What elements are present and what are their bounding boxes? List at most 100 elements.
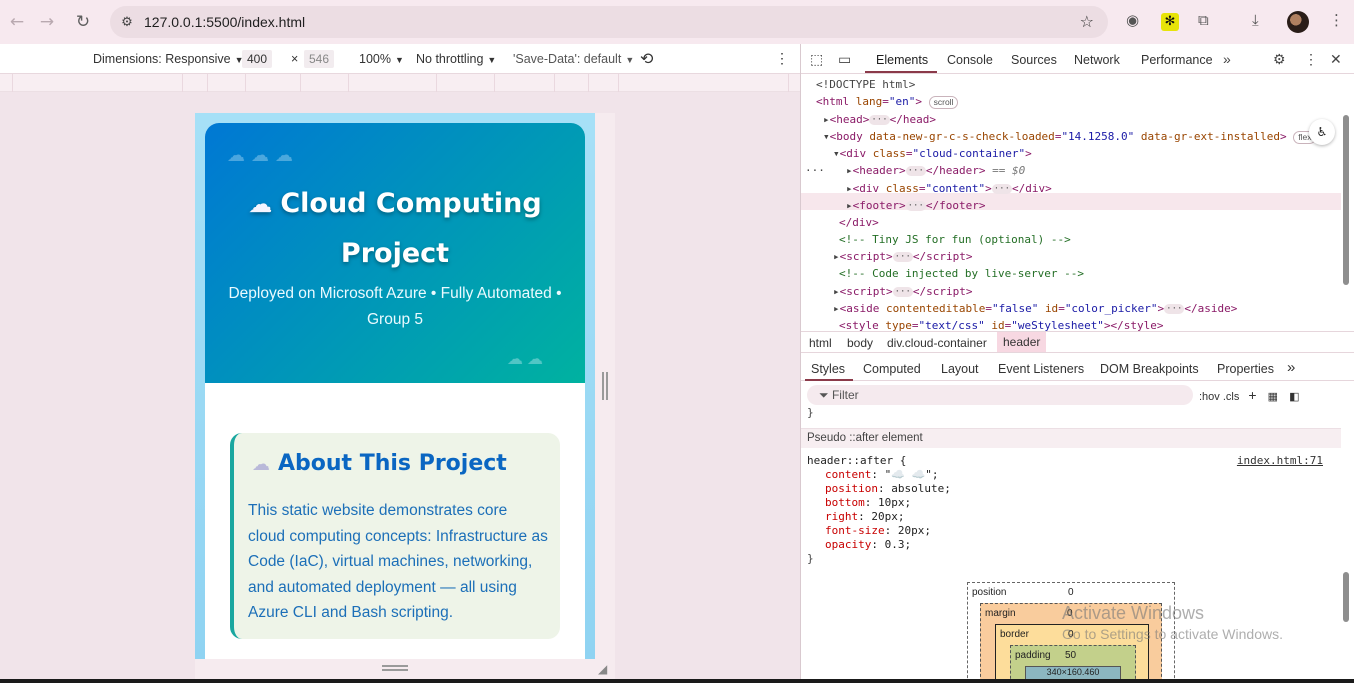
tab-properties[interactable]: Properties [1217, 362, 1274, 376]
tab-styles[interactable]: Styles [811, 362, 845, 376]
device-more-icon[interactable]: ⋮ [775, 50, 789, 67]
dom-comment-2[interactable]: <!-- Code injected by live-server --> [839, 265, 1084, 282]
rule-prop-right[interactable]: right: 20px; [825, 510, 905, 524]
bm-padding-value[interactable]: 50 [1065, 650, 1076, 661]
filter-tools[interactable]: :hov .cls + ▦ ◧ [1199, 387, 1300, 403]
body-value-1: "14.1258.0" [1061, 130, 1135, 143]
profile-avatar[interactable] [1287, 11, 1309, 33]
rule-prop-position[interactable]: position: absolute; [825, 482, 951, 496]
cloud-icon: ☁ [252, 454, 270, 475]
about-title-text: About This Project [278, 451, 507, 476]
rule-prop-font-size[interactable]: font-size: 20px; [825, 524, 931, 538]
dimension-separator: × [291, 52, 299, 66]
crumb-html[interactable]: html [809, 336, 832, 350]
tab-event-listeners[interactable]: Event Listeners [998, 362, 1084, 376]
container-class-value: "cloud-container" [912, 147, 1026, 160]
rule-prop-bottom[interactable]: bottom: 10px; [825, 496, 911, 510]
prop-name: bottom [825, 496, 865, 509]
bookmark-star-icon[interactable]: ☆ [1080, 12, 1094, 31]
devtools-menu-icon[interactable]: ⋮ [1304, 51, 1318, 68]
crumb-header[interactable]: header [997, 332, 1047, 352]
bm-position-value[interactable]: 0 [1068, 587, 1074, 598]
dimensions-dropdown[interactable]: Dimensions: Responsive ▼ [93, 52, 243, 66]
address-bar[interactable]: ⚙ 127.0.0.1:5500/index.html ☆ [110, 6, 1108, 38]
tab-layout[interactable]: Layout [941, 362, 979, 376]
style-value-1: "text/css" [918, 319, 985, 331]
resize-handle-corner[interactable]: ◢ [598, 662, 612, 676]
device-toggle-icon[interactable]: ▭ [838, 51, 851, 68]
dom-container-node[interactable]: ▾<div class="cloud-container"> [833, 145, 1032, 162]
dom-comment-1[interactable]: <!-- Tiny JS for fun (optional) --> [839, 231, 1071, 248]
dom-style-node[interactable]: <style type="text/css" id="weStylesheet"… [839, 317, 1164, 331]
prop-value: absolute; [891, 482, 951, 495]
extension-yellow-icon[interactable]: ✻ [1161, 13, 1179, 31]
dom-content-node[interactable]: ▸<div class="content"> ··· </div> [846, 180, 1052, 197]
height-input[interactable]: 546 [304, 50, 335, 68]
save-data-dropdown[interactable]: 'Save-Data': default ▼ [513, 52, 634, 66]
head-tag: head [836, 113, 863, 126]
url-text[interactable]: 127.0.0.1:5500/index.html [144, 14, 305, 30]
sidebar-toggle-icon[interactable]: ◧ [1289, 391, 1299, 403]
hov-cls-toggles[interactable]: :hov .cls [1199, 391, 1239, 403]
browser-menu-icon[interactable]: ⋮ [1329, 11, 1344, 29]
zoom-label: 100% [359, 52, 391, 66]
tab-elements[interactable]: Elements [876, 53, 928, 67]
accessibility-icon[interactable]: ♿ [1309, 119, 1335, 145]
rule-selector[interactable]: header::after { [807, 454, 906, 468]
dom-div-close[interactable]: </div> [839, 214, 879, 231]
style-attr-2: id [991, 319, 1005, 331]
dom-aside-node[interactable]: ▸<aside contenteditable="false" id="colo… [833, 300, 1237, 317]
settings-gear-icon[interactable]: ⚙ [1273, 51, 1286, 68]
reload-icon[interactable]: ↻ [66, 5, 100, 39]
rule-prop-opacity[interactable]: opacity: 0.3; [825, 538, 911, 552]
rule-source-link[interactable]: index.html:71 [1237, 454, 1323, 467]
dom-node-more-icon[interactable]: ··· [805, 162, 825, 179]
more-tabs-icon[interactable]: » [1223, 51, 1231, 67]
crumb-body[interactable]: body [847, 336, 873, 350]
dom-doctype[interactable]: <!DOCTYPE html> [816, 76, 915, 93]
aside-attr-2: id [1044, 302, 1059, 315]
page-subtitle: Deployed on Microsoft Azure • Fully Auto… [228, 285, 562, 328]
forward-icon[interactable]: → [30, 5, 64, 39]
back-icon[interactable]: ← [0, 5, 34, 39]
dom-html-node[interactable]: <html lang="en"> scroll [816, 93, 959, 110]
tab-console[interactable]: Console [947, 53, 993, 67]
device-viewport: ☁☁☁ ☁ Cloud Computing Project Deployed on… [195, 113, 595, 659]
dom-footer-node[interactable]: ▸<footer> ··· </footer> [846, 197, 985, 214]
site-info-icon[interactable]: ⚙ [110, 15, 144, 30]
extension-icon[interactable]: ◉ [1126, 11, 1139, 29]
resize-handle-bottom[interactable] [382, 665, 408, 671]
inspect-element-icon[interactable]: ⬚ [810, 51, 823, 68]
title-line-2: Project [340, 238, 450, 269]
crumb-cloud-container[interactable]: div.cloud-container [887, 336, 987, 350]
tab-network[interactable]: Network [1074, 53, 1120, 67]
dom-script-node-2[interactable]: ▸<script> ··· </script> [833, 283, 972, 300]
dom-body-node[interactable]: ▾<body data-new-gr-c-s-check-loaded="14.… [823, 128, 1317, 145]
extensions-puzzle-icon[interactable]: ⧉ [1198, 11, 1209, 29]
more-tabs-icon[interactable]: » [1287, 359, 1295, 376]
rotate-icon[interactable]: ⟲ [640, 49, 653, 69]
resize-handle-right[interactable] [602, 372, 608, 400]
throttling-dropdown[interactable]: No throttling ▼ [416, 52, 496, 66]
width-input[interactable]: 400 [242, 50, 273, 68]
download-icon[interactable]: ⤓ [1252, 11, 1259, 29]
dom-scrollbar[interactable] [1343, 115, 1349, 285]
zoom-dropdown[interactable]: 100% ▼ [359, 52, 404, 66]
tab-sources[interactable]: Sources [1011, 53, 1057, 67]
close-icon[interactable]: ✕ [1330, 51, 1342, 68]
tab-dom-breakpoints[interactable]: DOM Breakpoints [1100, 362, 1199, 376]
styles-scrollbar[interactable] [1343, 572, 1349, 622]
dom-header-node[interactable]: ▸<header> ··· </header> == $0 [846, 162, 1025, 179]
styles-filter-input[interactable]: ⏷ Filter [807, 385, 1193, 405]
dom-head-node[interactable]: ▸<head> ··· </head> [823, 111, 936, 128]
chevron-down-icon: ▼ [487, 55, 497, 65]
watermark-line-2: Go to Settings to activate Windows. [1062, 626, 1283, 642]
tab-performance[interactable]: Performance [1141, 53, 1213, 67]
paint-brush-icon[interactable]: ▦ [1268, 391, 1278, 403]
rule-prop-content[interactable]: content: "☁️ ☁️"; [825, 468, 939, 482]
about-section: ☁ About This Project This static website … [230, 433, 560, 639]
tab-computed[interactable]: Computed [863, 362, 921, 376]
dom-script-node-1[interactable]: ▸<script> ··· </script> [833, 248, 972, 265]
new-rule-icon[interactable]: + [1248, 387, 1256, 403]
scroll-badge[interactable]: scroll [928, 95, 959, 109]
